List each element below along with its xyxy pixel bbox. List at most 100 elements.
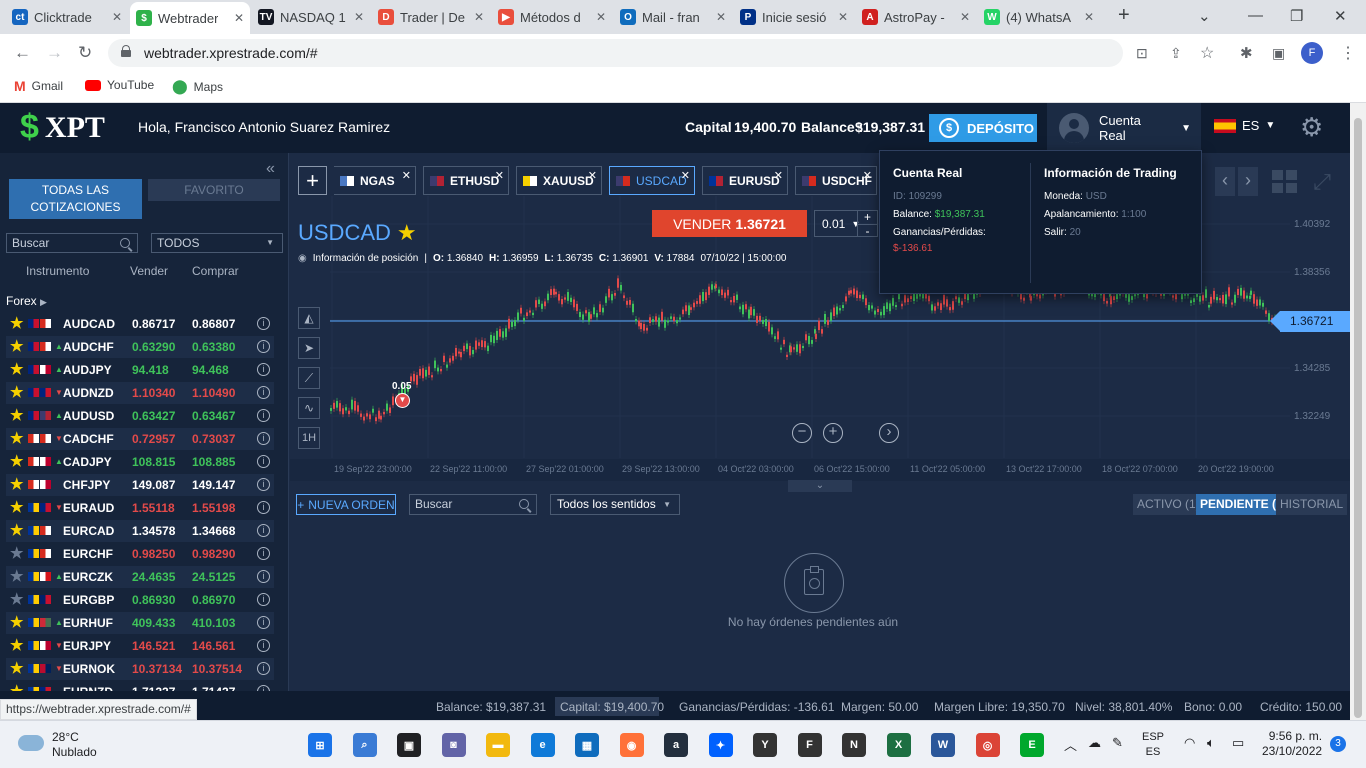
buy-price[interactable]: 108.885	[192, 451, 235, 473]
sell-price[interactable]: 149.087	[132, 474, 175, 496]
buy-price[interactable]: 1.55198	[192, 497, 235, 519]
list-item[interactable]: ★ ▲ AUDJPY 94.418 94.468 i	[6, 359, 274, 381]
browser-tab[interactable]: P Inicie sesió ✕	[734, 4, 854, 30]
close-icon[interactable]: ✕	[863, 169, 872, 182]
lock-icon[interactable]	[121, 45, 131, 57]
browser-tab[interactable]: $ Webtrader ✕	[130, 2, 250, 34]
browser-tab[interactable]: O Mail - fran ✕	[614, 4, 732, 30]
menu-icon[interactable]: ⋮	[1340, 43, 1356, 63]
close-icon[interactable]: ✕	[716, 10, 726, 24]
tabs-next-arrow[interactable]: ›	[1238, 167, 1258, 196]
browser-tab[interactable]: ▶ Métodos d ✕	[492, 4, 612, 30]
zoom-out-icon[interactable]: −	[792, 423, 812, 443]
battery-icon[interactable]: ▭	[1232, 735, 1244, 751]
buy-price[interactable]: 0.73037	[192, 428, 235, 450]
list-item[interactable]: ★ CHFJPY 149.087 149.147 i	[6, 474, 274, 496]
tray-overflow-icon[interactable]: ︿	[1064, 735, 1077, 754]
browser-tab[interactable]: TV NASDAQ 1 ✕	[252, 4, 370, 30]
file-explorer-icon[interactable]: ▬	[486, 733, 510, 757]
browser-tab[interactable]: ct Clicktrade ✕	[6, 4, 128, 30]
tab-search-icon[interactable]: ⌄	[1198, 7, 1211, 25]
favorite-star-icon[interactable]: ★	[10, 591, 23, 609]
close-icon[interactable]: ✕	[596, 10, 606, 24]
back-icon[interactable]: ←	[14, 43, 31, 63]
minimize-button[interactable]: —	[1248, 7, 1263, 24]
lot-decrease-button[interactable]: -	[857, 224, 877, 237]
line-tool-icon[interactable]: ⟋	[298, 367, 320, 389]
info-icon[interactable]: i	[257, 478, 270, 491]
browser-tab[interactable]: W (4) WhatsA ✕	[978, 4, 1100, 30]
amazon-icon[interactable]: a	[664, 733, 688, 757]
close-icon[interactable]: ✕	[838, 10, 848, 24]
close-icon[interactable]: ✕	[774, 169, 783, 182]
buy-price[interactable]: 1.34668	[192, 520, 235, 542]
zoom-in-icon[interactable]: +	[823, 423, 843, 443]
new-tab-button[interactable]: +	[1118, 4, 1130, 27]
lot-increase-button[interactable]: +	[857, 211, 877, 224]
buy-price[interactable]: 410.103	[192, 612, 235, 634]
sell-price[interactable]: 409.433	[132, 612, 175, 634]
favorite-star-icon[interactable]: ★	[10, 660, 23, 678]
sell-price[interactable]: 1.34578	[132, 520, 175, 542]
language-indicator[interactable]: ESP ES	[1142, 730, 1164, 760]
settings-gear-icon[interactable]: ⚙	[1300, 112, 1323, 143]
sell-price[interactable]: 0.86930	[132, 589, 175, 611]
eye-icon[interactable]: ◉	[298, 253, 307, 264]
info-icon[interactable]: i	[257, 340, 270, 353]
collapse-panel-icon[interactable]: «	[266, 160, 275, 178]
list-item[interactable]: ★ ▲ EURCZK 24.4635 24.5125 i	[6, 566, 274, 588]
dropbox-icon[interactable]: ✦	[708, 733, 733, 757]
tab-favorites[interactable]: FAVORITO	[148, 179, 280, 201]
xpt-logo[interactable]: $ XPT	[20, 108, 105, 147]
favorite-star-icon[interactable]: ★	[10, 499, 23, 517]
sell-button[interactable]: VENDER 1.36721	[652, 210, 807, 237]
close-icon[interactable]: ✕	[474, 10, 484, 24]
timeframe-button[interactable]: 1H	[298, 427, 320, 449]
volume-icon[interactable]: 🔈︎	[1207, 735, 1215, 751]
favorite-star-icon[interactable]: ★	[10, 522, 23, 540]
sell-price[interactable]: 94.418	[132, 359, 169, 381]
scrollbar-thumb[interactable]	[1354, 118, 1362, 718]
translate-icon[interactable]: ⊡	[1136, 45, 1148, 62]
list-item[interactable]: ★ EURCAD 1.34578 1.34668 i	[6, 520, 274, 542]
extensions-icon[interactable]: ✱	[1240, 44, 1253, 62]
favorite-star-icon[interactable]: ★	[10, 315, 23, 333]
app-y-icon[interactable]: Y	[753, 733, 777, 757]
list-item[interactable]: ★ ▼ AUDNZD 1.10340 1.10490 i	[6, 382, 274, 404]
sell-price[interactable]: 146.521	[132, 635, 175, 657]
list-item[interactable]: ★ ▲ EURHUF 409.433 410.103 i	[6, 612, 274, 634]
favorite-star-icon[interactable]: ★	[10, 453, 23, 471]
chart-tab-usdchf[interactable]: USDCHF ✕	[795, 166, 877, 195]
buy-price[interactable]: 1.10490	[192, 382, 235, 404]
onedrive-icon[interactable]: ☁	[1088, 735, 1101, 751]
app-f-icon[interactable]: F	[797, 733, 822, 757]
sell-price[interactable]: 0.63427	[132, 405, 175, 427]
list-item[interactable]: ★ AUDCAD 0.86717 0.86807 i	[6, 313, 274, 335]
side-panel-icon[interactable]: ▣	[1272, 45, 1285, 62]
sell-price[interactable]: 0.72957	[132, 428, 175, 450]
task-view-icon[interactable]: ▣	[397, 733, 421, 757]
close-icon[interactable]: ✕	[1084, 10, 1094, 24]
chart-tab-eurusd[interactable]: EURUSD ✕	[702, 166, 788, 195]
close-icon[interactable]: ✕	[495, 169, 504, 182]
close-icon[interactable]: ✕	[234, 11, 244, 25]
area-chart-tool-icon[interactable]: ◭	[298, 307, 320, 329]
profile-avatar[interactable]: F	[1301, 42, 1323, 64]
buy-price[interactable]: 0.86807	[192, 313, 235, 335]
wifi-icon[interactable]: ◠	[1184, 735, 1195, 751]
language-selector[interactable]: ES ▼	[1214, 118, 1275, 133]
group-forex[interactable]: Forex ▶	[6, 294, 47, 308]
info-icon[interactable]: i	[257, 547, 270, 560]
list-item[interactable]: ★ EURGBP 0.86930 0.86970 i	[6, 589, 274, 611]
share-icon[interactable]: ⇪	[1170, 45, 1182, 62]
notification-badge[interactable]: 3	[1330, 736, 1346, 752]
store-icon[interactable]: ▦	[575, 733, 599, 757]
favorite-star-icon[interactable]: ★	[10, 430, 23, 448]
deposit-button[interactable]: $ DEPÓSITO	[929, 114, 1037, 142]
chart-tab-ngas[interactable]: NGAS ✕	[334, 166, 416, 195]
firefox-icon[interactable]: ◉	[619, 733, 644, 757]
close-icon[interactable]: ✕	[354, 10, 364, 24]
info-icon[interactable]: i	[257, 317, 270, 330]
sell-order-marker-icon[interactable]: ▼	[395, 393, 410, 408]
cloud-weather-icon[interactable]	[18, 735, 44, 751]
